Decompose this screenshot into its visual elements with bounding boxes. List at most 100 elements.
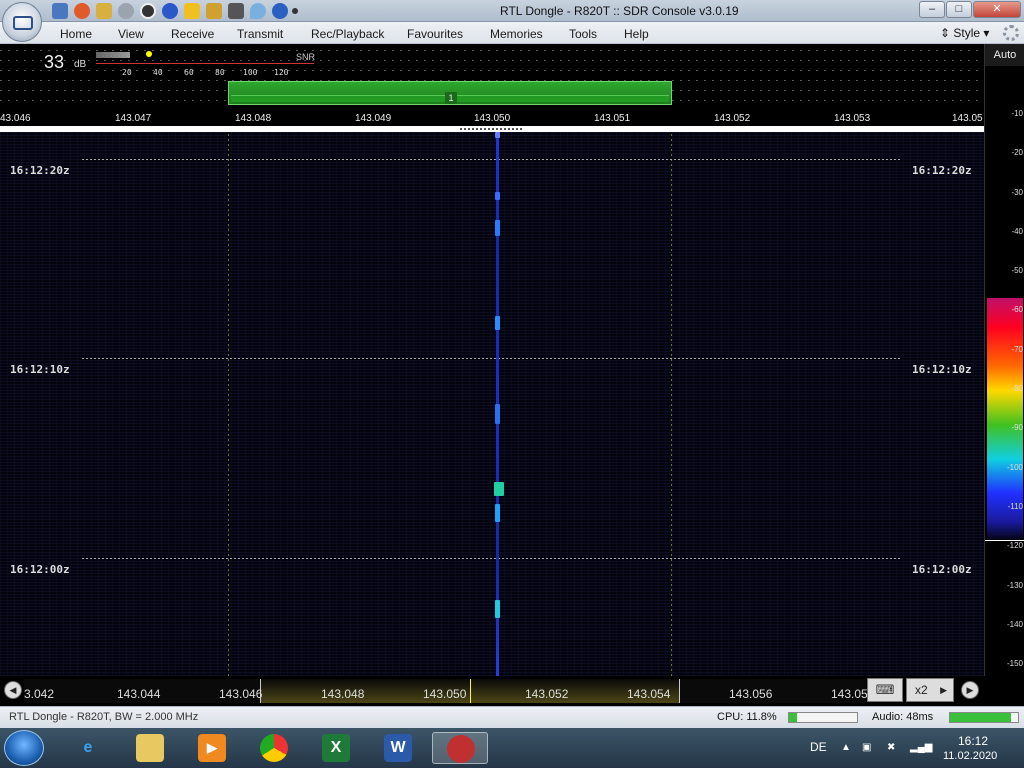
scroll-left-button[interactable]: ◀ bbox=[4, 681, 22, 699]
splitter-handle[interactable] bbox=[460, 128, 524, 130]
sdr-console-icon bbox=[447, 735, 475, 763]
camera-icon[interactable] bbox=[228, 3, 244, 19]
scroll-freq-label: 143.050 bbox=[423, 687, 467, 701]
folder-icon[interactable] bbox=[96, 3, 112, 19]
scroll-freq-label: 143.054 bbox=[627, 687, 671, 701]
keyboard-icon: ⌨ bbox=[875, 682, 895, 697]
tray-network-icon[interactable]: ✖ bbox=[887, 742, 895, 753]
snr-value: 33 bbox=[44, 52, 65, 72]
freq-tick-label: 143.047 bbox=[115, 113, 152, 124]
taskbar-excel[interactable]: X bbox=[308, 732, 364, 764]
undo-icon[interactable] bbox=[272, 3, 288, 19]
db-label: -120 bbox=[1006, 541, 1023, 550]
menu-receive[interactable]: Receive bbox=[171, 27, 214, 41]
taskbar-internet-explorer[interactable]: e bbox=[60, 732, 116, 764]
stop-icon[interactable] bbox=[140, 3, 156, 19]
gear-icon[interactable] bbox=[1003, 25, 1019, 41]
menu-tools[interactable]: Tools bbox=[569, 27, 597, 41]
language-indicator[interactable]: DE bbox=[810, 740, 827, 754]
menu-memories[interactable]: Memories bbox=[490, 27, 543, 41]
minimize-button[interactable]: – bbox=[919, 1, 945, 18]
db-label: -50 bbox=[1011, 266, 1023, 275]
vfo-marker[interactable]: 1 bbox=[445, 92, 457, 104]
zoom-value: x2 bbox=[915, 683, 928, 697]
db-label: -110 bbox=[1007, 502, 1023, 511]
signal-blip bbox=[495, 192, 500, 200]
title-bar: RTL Dongle - R820T :: SDR Console v3.0.1… bbox=[0, 0, 1024, 22]
clock-date[interactable]: 11.02.2020 bbox=[943, 750, 997, 762]
scroll-freq-label: 143.046 bbox=[219, 687, 263, 701]
signal-blip bbox=[495, 600, 500, 618]
app-menu-button[interactable] bbox=[2, 2, 42, 42]
db-label: -100 bbox=[1006, 463, 1023, 472]
audio-meter bbox=[949, 712, 1019, 723]
db-label: -20 bbox=[1011, 148, 1023, 157]
lock-icon[interactable] bbox=[206, 3, 222, 19]
help-lifebuoy-icon[interactable] bbox=[74, 3, 90, 19]
scroll-freq-label: 143.05 bbox=[831, 687, 868, 701]
close-button[interactable]: ✕ bbox=[973, 1, 1021, 18]
snr-tick: 120 bbox=[274, 68, 289, 77]
windows-taskbar: e ▶ X W DE ▲ ▣ ✖ ▂▄▆ 16:12 11.02.2020 bbox=[0, 728, 1024, 768]
snr-meter: 33 dB SNR 20 40 60 80 100 120 bbox=[40, 46, 318, 78]
taskbar-explorer[interactable] bbox=[122, 732, 178, 764]
tray-device-icon[interactable]: ▣ bbox=[862, 742, 871, 753]
menu-home[interactable]: Home bbox=[60, 27, 92, 41]
db-scale[interactable]: Auto -10 -20 -30 -40 -50 -60 -70 -80 -90… bbox=[984, 44, 1024, 704]
vfo-bandwidth-band[interactable]: 1 bbox=[228, 81, 672, 105]
internet-explorer-icon: e bbox=[83, 739, 93, 756]
freq-tick-label: 143.05 bbox=[952, 113, 983, 124]
start-button[interactable] bbox=[4, 730, 44, 766]
taskbar-word[interactable]: W bbox=[370, 732, 426, 764]
db-label: -40 bbox=[1011, 227, 1023, 236]
chevron-down-icon[interactable] bbox=[292, 8, 298, 14]
play-icon[interactable] bbox=[118, 3, 134, 19]
menu-rec-playback[interactable]: Rec/Playback bbox=[311, 27, 384, 41]
clock-time[interactable]: 16:12 bbox=[958, 734, 988, 748]
menu-favourites[interactable]: Favourites bbox=[407, 27, 463, 41]
add-icon[interactable] bbox=[162, 3, 178, 19]
waterfall-display[interactable]: 16:12:20z 16:12:20z 16:12:10z 16:12:10z … bbox=[0, 132, 984, 676]
zoom-dropdown[interactable]: x2 ▶ bbox=[906, 678, 954, 702]
vfo-edge-line bbox=[671, 132, 672, 676]
chevron-right-icon: ▶ bbox=[940, 685, 947, 695]
db-label: -30 bbox=[1011, 188, 1023, 197]
status-bar: RTL Dongle - R820T, BW = 2.000 MHz CPU: … bbox=[0, 706, 1024, 728]
auto-scale-button[interactable]: Auto bbox=[985, 44, 1024, 66]
tray-expand-icon[interactable]: ▲ bbox=[841, 742, 851, 753]
frequency-scale[interactable]: 43.046 143.047 143.048 143.049 143.050 1… bbox=[0, 112, 984, 126]
style-menu[interactable]: ⇕ Style ▾ bbox=[940, 26, 989, 40]
sdr-console-window: RTL Dongle - R820T :: SDR Console v3.0.1… bbox=[0, 0, 1024, 768]
keyboard-button[interactable]: ⌨ bbox=[867, 678, 903, 702]
signal-blip bbox=[494, 482, 504, 496]
time-label: 16:12:00z bbox=[912, 563, 972, 576]
tray-signal-icon[interactable]: ▂▄▆ bbox=[910, 742, 932, 753]
menu-transmit[interactable]: Transmit bbox=[237, 27, 283, 41]
signal-blip bbox=[495, 316, 500, 330]
time-grid-line bbox=[82, 358, 902, 359]
time-label: 16:12:10z bbox=[912, 363, 972, 376]
frequency-scroll-track[interactable]: 3.042 143.044 143.046 143.048 143.050 14… bbox=[24, 679, 868, 703]
db-label: -90 bbox=[1011, 423, 1023, 432]
cpu-meter bbox=[788, 712, 858, 723]
maximize-button[interactable]: □ bbox=[946, 1, 972, 18]
scroll-freq-label: 143.056 bbox=[729, 687, 773, 701]
taskbar-sdr-console[interactable] bbox=[432, 732, 488, 764]
freq-tick-label: 143.050 bbox=[474, 113, 511, 124]
cpu-status: CPU: 11.8% bbox=[717, 711, 777, 723]
word-icon: W bbox=[384, 734, 412, 762]
menu-help[interactable]: Help bbox=[624, 27, 649, 41]
star-icon[interactable] bbox=[184, 3, 200, 19]
drop-icon[interactable] bbox=[250, 3, 266, 19]
taskbar-media-player[interactable]: ▶ bbox=[184, 732, 240, 764]
freq-tick-label: 143.051 bbox=[594, 113, 631, 124]
scroll-right-button[interactable]: ▶ bbox=[961, 681, 979, 699]
taskbar-chrome[interactable] bbox=[246, 732, 302, 764]
snr-indicator-dot bbox=[146, 51, 152, 57]
audio-meter-fill bbox=[950, 713, 1012, 722]
db-label: -80 bbox=[1011, 384, 1023, 393]
menu-view[interactable]: View bbox=[118, 27, 144, 41]
home-icon[interactable] bbox=[52, 3, 68, 19]
snr-tick: 20 bbox=[122, 68, 132, 77]
ribbon-menu: Home View Receive Transmit Rec/Playback … bbox=[0, 22, 1024, 44]
